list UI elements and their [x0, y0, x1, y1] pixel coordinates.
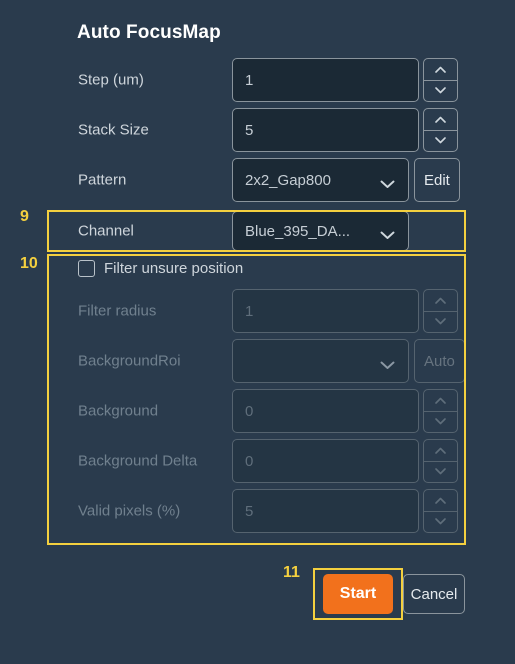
step-input[interactable]: 1 [232, 58, 419, 102]
annotation-9: 9 [20, 208, 29, 225]
filter-unsure-position-row[interactable]: Filter unsure position [78, 260, 243, 277]
channel-select-value: Blue_395_DA... [245, 222, 351, 240]
stack-size-input[interactable]: 5 [232, 108, 419, 152]
background-delta-input: 0 [232, 439, 419, 483]
label-background-roi: BackgroundRoi [78, 352, 181, 370]
background-delta-stepper [423, 439, 458, 483]
row-step: Step (um) 1 [47, 58, 467, 102]
stack-size-increment-button[interactable] [424, 109, 457, 131]
background-decrement-button [424, 412, 457, 433]
valid-pixels-input: 5 [232, 489, 419, 533]
step-increment-button[interactable] [424, 59, 457, 81]
pattern-edit-button[interactable]: Edit [414, 158, 460, 202]
chevron-up-icon [435, 447, 446, 454]
start-button[interactable]: Start [323, 574, 393, 614]
channel-select[interactable]: Blue_395_DA... [232, 211, 409, 251]
cancel-button[interactable]: Cancel [403, 574, 465, 614]
chevron-up-icon [435, 297, 446, 304]
row-pattern: Pattern 2x2_Gap800 Edit [47, 158, 467, 202]
chevron-down-icon [435, 418, 446, 425]
filter-radius-decrement-button [424, 312, 457, 333]
chevron-down-icon [435, 137, 446, 144]
page-title: Auto FocusMap [77, 22, 221, 43]
field-background-delta: 0 [232, 439, 458, 483]
chevron-down-icon [435, 318, 446, 325]
label-background: Background [78, 402, 159, 420]
chevron-down-icon [435, 468, 446, 475]
stack-size-stepper[interactable] [423, 108, 458, 152]
field-stack-size: 5 [232, 108, 458, 152]
annotation-11: 11 [283, 564, 300, 581]
chevron-down-icon [435, 518, 446, 525]
background-roi-select [232, 339, 409, 383]
label-valid-pixels: Valid pixels (%) [78, 502, 181, 520]
pattern-select-value: 2x2_Gap800 [245, 171, 331, 189]
chevron-down-icon [435, 87, 446, 94]
chevron-up-icon [435, 116, 446, 123]
label-step: Step (um) [78, 71, 144, 89]
label-background-delta: Background Delta [78, 452, 198, 470]
label-channel: Channel [78, 222, 134, 240]
chevron-up-icon [435, 497, 446, 504]
field-pattern: 2x2_Gap800 Edit [232, 158, 460, 202]
step-decrement-button[interactable] [424, 81, 457, 102]
filter-radius-stepper [423, 289, 458, 333]
chevron-down-icon [380, 227, 395, 239]
row-background-roi: BackgroundRoi Auto [47, 339, 467, 383]
field-valid-pixels: 5 [232, 489, 458, 533]
filter-radius-increment-button [424, 290, 457, 312]
background-stepper [423, 389, 458, 433]
chevron-up-icon [435, 66, 446, 73]
field-background-roi: Auto [232, 339, 465, 383]
valid-pixels-decrement-button [424, 512, 457, 533]
filter-unsure-position-checkbox[interactable] [78, 260, 95, 277]
label-pattern: Pattern [78, 171, 127, 189]
pattern-select[interactable]: 2x2_Gap800 [232, 158, 409, 202]
label-stack-size: Stack Size [78, 121, 149, 139]
row-background: Background 0 [47, 389, 467, 433]
row-background-delta: Background Delta 0 [47, 439, 467, 483]
chevron-down-icon [380, 176, 395, 188]
field-step: 1 [232, 58, 458, 102]
auto-focusmap-dialog: Auto FocusMap Step (um) 1 Stack Size 5 P… [0, 0, 515, 664]
field-filter-radius: 1 [232, 289, 458, 333]
row-valid-pixels: Valid pixels (%) 5 [47, 489, 467, 533]
valid-pixels-increment-button [424, 490, 457, 512]
stack-size-decrement-button[interactable] [424, 131, 457, 152]
field-channel: Blue_395_DA... [232, 211, 409, 251]
filter-radius-input: 1 [232, 289, 419, 333]
background-increment-button [424, 390, 457, 412]
background-input: 0 [232, 389, 419, 433]
field-background: 0 [232, 389, 458, 433]
chevron-up-icon [435, 397, 446, 404]
chevron-down-icon [380, 357, 395, 369]
row-filter-radius: Filter radius 1 [47, 289, 467, 333]
background-delta-increment-button [424, 440, 457, 462]
label-filter-radius: Filter radius [78, 302, 157, 320]
row-channel: Channel Blue_395_DA... [47, 211, 467, 251]
annotation-10: 10 [20, 255, 38, 272]
background-roi-auto-button: Auto [414, 339, 465, 383]
background-delta-decrement-button [424, 462, 457, 483]
step-stepper[interactable] [423, 58, 458, 102]
row-stack-size: Stack Size 5 [47, 108, 467, 152]
filter-unsure-position-label: Filter unsure position [104, 260, 244, 277]
valid-pixels-stepper [423, 489, 458, 533]
